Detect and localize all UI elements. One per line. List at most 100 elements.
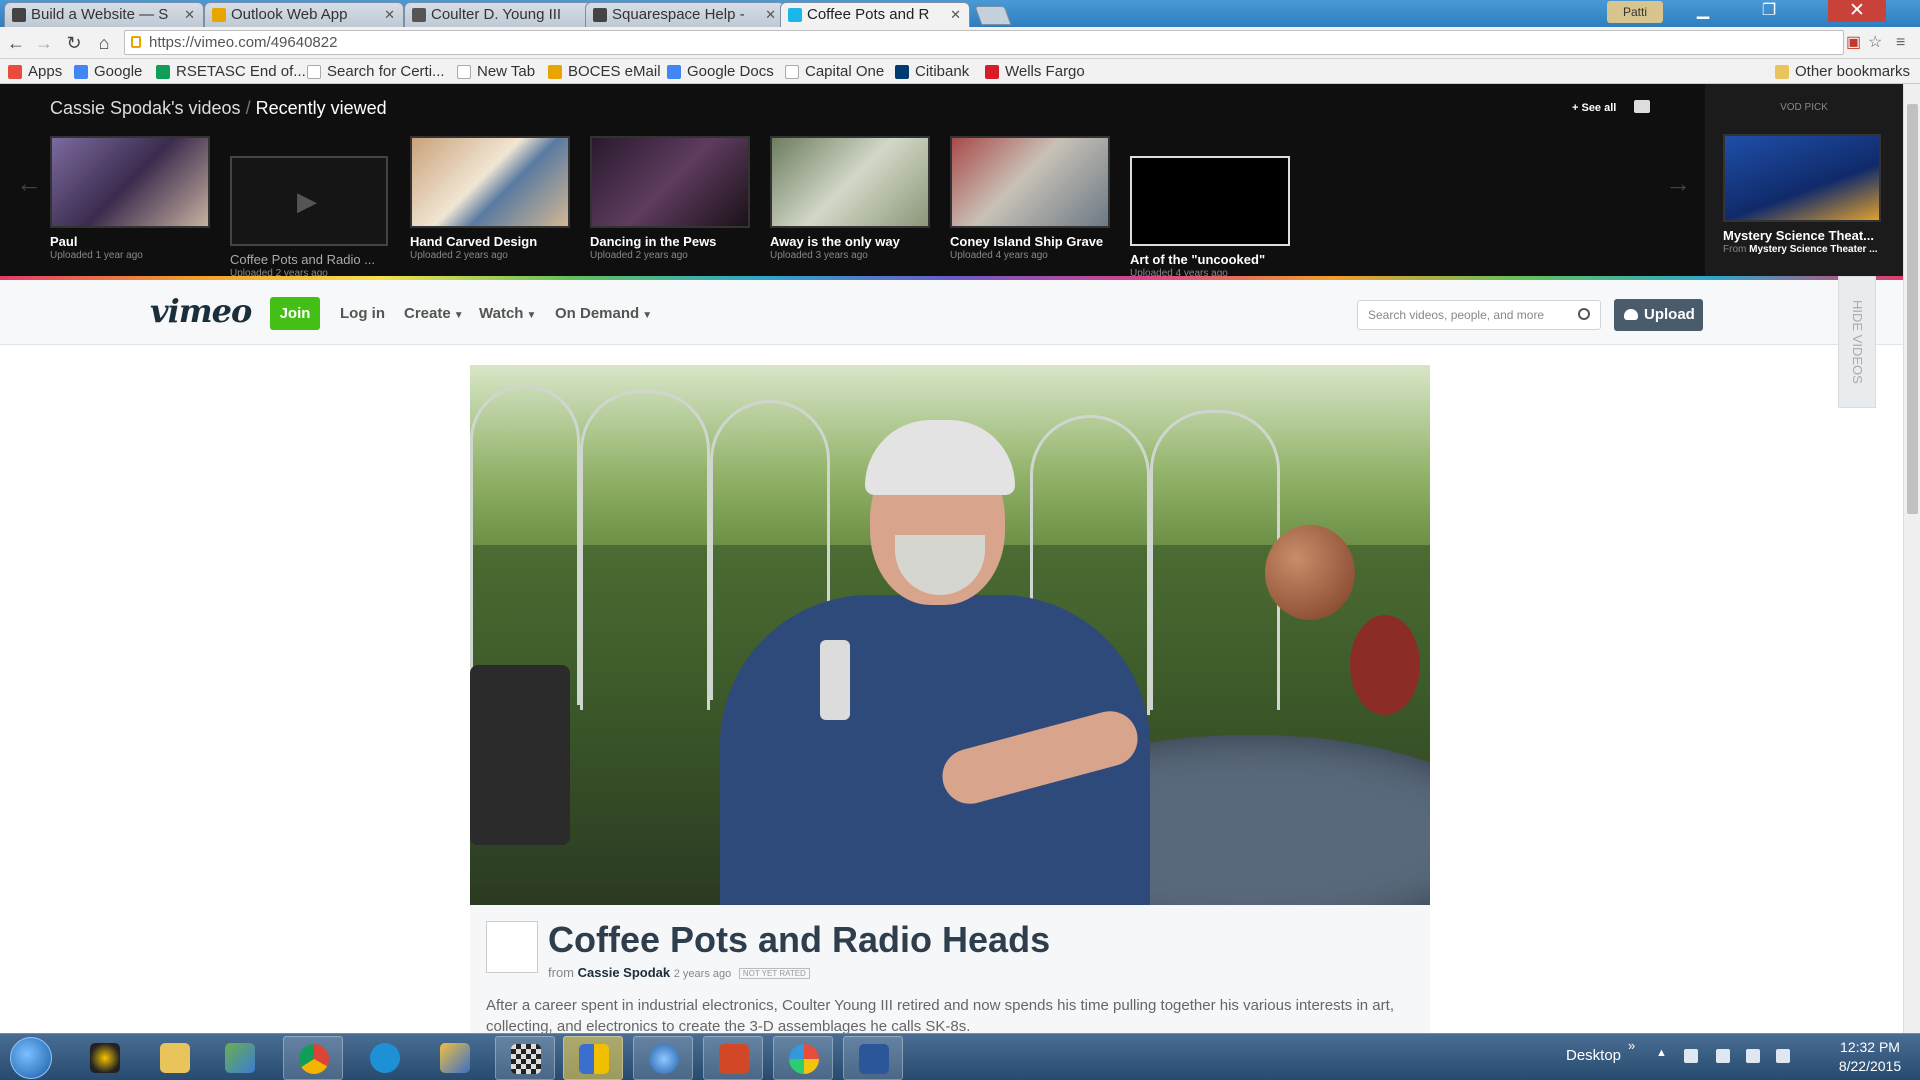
- bookmark-item[interactable]: Wells Fargo: [985, 59, 1085, 84]
- other-bookmarks[interactable]: Other bookmarks: [1775, 59, 1910, 84]
- browser-tab[interactable]: Squarespace Help - ✕: [585, 2, 785, 27]
- bookmark-item[interactable]: Search for Certi...: [307, 59, 445, 84]
- word-icon: [859, 1044, 889, 1074]
- bookmark-item[interactable]: RSETASC End of...: [156, 59, 306, 84]
- vod-pick-source: Mystery Science Theater ...: [1749, 244, 1878, 255]
- close-tab-icon[interactable]: ✕: [384, 3, 395, 26]
- forward-arrow-icon[interactable]: →: [32, 31, 56, 55]
- video-thumbnail: [770, 136, 930, 228]
- avatar[interactable]: [486, 921, 538, 973]
- watch-menu[interactable]: Watch ▼: [479, 305, 536, 322]
- home-icon[interactable]: ⌂: [92, 31, 116, 55]
- taskbar-app[interactable]: [633, 1036, 693, 1080]
- browser-tab[interactable]: Coulter D. Young III ✕: [404, 2, 604, 27]
- bookmark-label: RSETASC End of...: [176, 63, 306, 80]
- bookmark-label: New Tab: [477, 63, 536, 80]
- close-tab-icon[interactable]: ✕: [765, 3, 776, 26]
- close-tab-icon[interactable]: ✕: [184, 3, 195, 26]
- join-button[interactable]: Join: [270, 297, 320, 330]
- bookmark-item[interactable]: Apps: [8, 59, 62, 84]
- vimeo-logo[interactable]: vimeo: [150, 292, 252, 330]
- on-demand-menu[interactable]: On Demand ▼: [555, 305, 652, 322]
- reload-icon[interactable]: ↻: [62, 31, 86, 55]
- taskbar-app-chrome[interactable]: [283, 1036, 343, 1080]
- cloud-upload-icon: [1624, 309, 1638, 320]
- tv-icon[interactable]: [1634, 100, 1650, 113]
- taskbar-app[interactable]: [355, 1036, 415, 1080]
- extension-icon[interactable]: ▣: [1846, 35, 1862, 51]
- browser-tab-strip: Build a Website — S ✕ Outlook Web App ✕ …: [0, 0, 1920, 27]
- search-input[interactable]: Search videos, people, and more: [1357, 300, 1601, 330]
- login-link[interactable]: Log in: [340, 305, 385, 322]
- taskbar-app[interactable]: [703, 1036, 763, 1080]
- clock-date: 8/22/2015: [1838, 1058, 1902, 1074]
- page-scrollbar[interactable]: [1903, 84, 1920, 1033]
- volume-icon[interactable]: [1716, 1049, 1730, 1063]
- minimize-button[interactable]: ▁: [1680, 0, 1726, 22]
- show-hidden-icons-icon[interactable]: ▲: [1656, 1047, 1667, 1059]
- network-signal-icon[interactable]: [1746, 1049, 1760, 1063]
- outlook-icon: [548, 65, 562, 79]
- recent-video-upload-date: Uploaded 3 years ago: [770, 250, 868, 261]
- recent-video-upload-date: Uploaded 4 years ago: [950, 250, 1048, 261]
- taskbar-app[interactable]: [145, 1036, 205, 1080]
- see-all-link[interactable]: + See all: [1572, 102, 1616, 114]
- taskbar-app[interactable]: [773, 1036, 833, 1080]
- bookmark-item[interactable]: Capital One: [785, 59, 884, 84]
- taskbar-app[interactable]: [75, 1036, 135, 1080]
- system-clock[interactable]: 12:32 PM 8/22/2015: [1828, 1038, 1912, 1076]
- file-explorer-icon: [160, 1043, 190, 1073]
- create-menu[interactable]: Create ▼: [404, 305, 464, 322]
- bookmark-item[interactable]: Google Docs: [667, 59, 774, 84]
- browser-tab[interactable]: Build a Website — S ✕: [4, 2, 204, 27]
- browser-tab-active[interactable]: Coffee Pots and R ✕: [780, 2, 970, 27]
- new-tab-button[interactable]: [974, 6, 1012, 25]
- bookmark-item[interactable]: Google: [74, 59, 142, 84]
- bookmark-item[interactable]: BOCES eMail: [548, 59, 661, 84]
- taskbar-app[interactable]: [495, 1036, 555, 1080]
- recently-viewed-heading: Cassie Spodak's videos / Recently viewed: [50, 98, 387, 119]
- close-window-button[interactable]: ✕: [1828, 0, 1886, 22]
- upload-button[interactable]: Upload: [1614, 299, 1703, 331]
- back-arrow-icon[interactable]: ←: [4, 31, 28, 55]
- taskbar-app[interactable]: [563, 1036, 623, 1080]
- search-icon[interactable]: [1578, 308, 1590, 320]
- browser-tab[interactable]: Outlook Web App ✕: [204, 2, 404, 27]
- recent-video-title: Coney Island Ship Grave: [950, 234, 1104, 249]
- taskbar-app[interactable]: [210, 1036, 270, 1080]
- url-input[interactable]: https://vimeo.com/49640822: [124, 30, 1844, 55]
- toolbar-chevron-icon[interactable]: »: [1628, 1038, 1635, 1053]
- bookmark-label: BOCES eMail: [568, 63, 661, 80]
- desktop-toolbar[interactable]: Desktop: [1566, 1047, 1621, 1064]
- scroll-left-arrow-icon[interactable]: ←: [16, 168, 42, 199]
- scrollbar-thumb[interactable]: [1907, 104, 1918, 514]
- author-link[interactable]: Cassie Spodak: [578, 965, 671, 980]
- video-player[interactable]: [470, 365, 1430, 905]
- bookmark-item[interactable]: Citibank: [895, 59, 969, 84]
- media-player-icon: [90, 1043, 120, 1073]
- chevron-down-icon: ▼: [526, 310, 537, 321]
- url-text: https://vimeo.com/49640822: [149, 34, 338, 51]
- vod-pick-label: VOD PICK: [1780, 102, 1828, 113]
- bookmark-item[interactable]: New Tab: [457, 59, 535, 84]
- vod-pick-from-prefix: From: [1723, 244, 1747, 255]
- hide-videos-tab[interactable]: HIDE VIDEOS: [1838, 276, 1876, 408]
- close-tab-icon[interactable]: ✕: [950, 3, 961, 26]
- menu-icon[interactable]: ≡: [1896, 35, 1912, 51]
- tab-title: Coffee Pots and R: [807, 6, 930, 23]
- owner-videos-link[interactable]: Cassie Spodak's videos: [50, 98, 241, 118]
- profile-button[interactable]: Patti: [1607, 1, 1663, 23]
- recent-video-title: Art of the "uncooked": [1130, 252, 1266, 267]
- squarespace-favicon-icon: [593, 8, 607, 22]
- sync-icon[interactable]: [1776, 1049, 1790, 1063]
- windows-flag-icon[interactable]: [1684, 1049, 1698, 1063]
- nav-label: Create: [404, 305, 451, 322]
- scroll-right-arrow-icon[interactable]: →: [1665, 168, 1691, 199]
- maximize-button[interactable]: ❐: [1746, 0, 1792, 22]
- recent-video-title: Dancing in the Pews: [590, 234, 717, 249]
- taskbar-app[interactable]: [425, 1036, 485, 1080]
- tab-title: Squarespace Help -: [612, 6, 745, 23]
- taskbar-app[interactable]: [843, 1036, 903, 1080]
- bookmark-star-icon[interactable]: ☆: [1868, 35, 1884, 51]
- start-button[interactable]: [10, 1037, 52, 1079]
